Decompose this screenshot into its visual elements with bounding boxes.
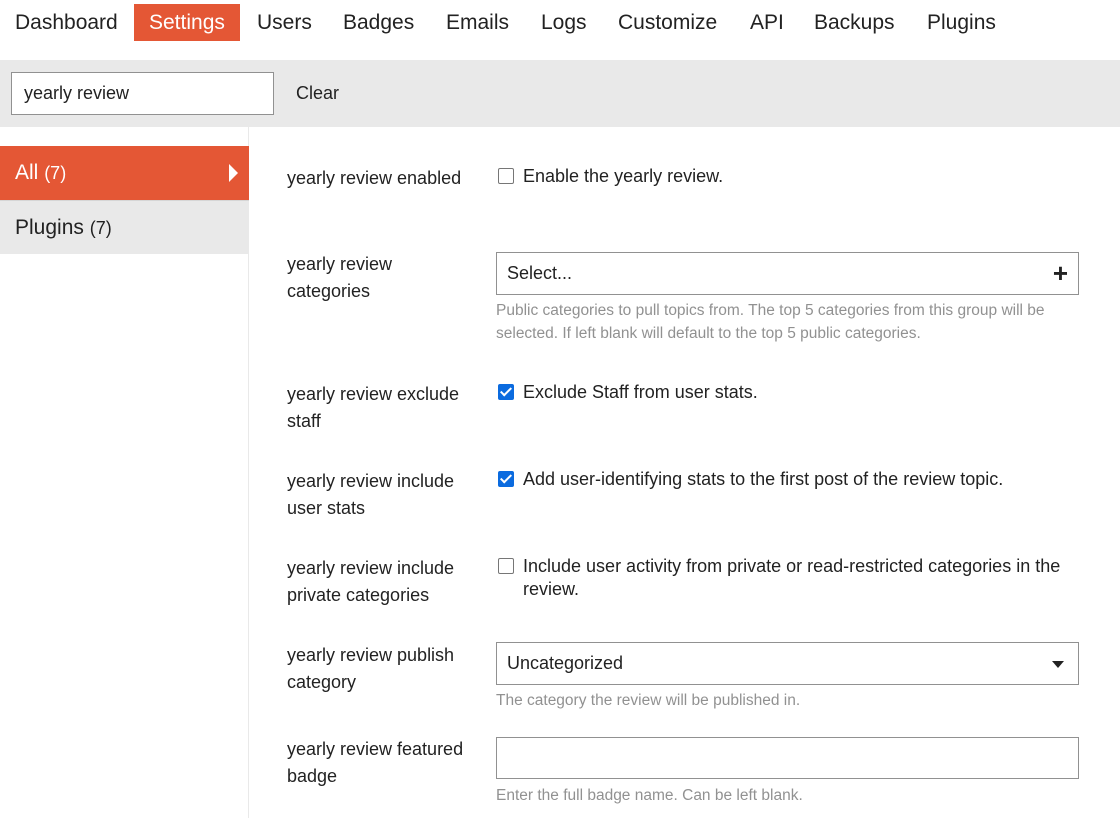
publish-category-description: The category the review will be publishe… <box>496 689 1086 712</box>
checkbox-label: Add user-identifying stats to the first … <box>523 469 1003 489</box>
checkbox-label: Include user activity from private or re… <box>523 556 1060 599</box>
enabled-checkbox[interactable] <box>498 168 514 184</box>
categories-selector[interactable]: Select... + <box>496 252 1079 295</box>
setting-label-exclude-staff: yearly review exclude staff <box>287 381 477 435</box>
tab-plugins[interactable]: Plugins <box>912 4 1011 41</box>
tab-backups[interactable]: Backups <box>799 4 910 41</box>
selector-placeholder: Select... <box>507 263 572 283</box>
sidebar-item-plugins[interactable]: Plugins (7) <box>0 200 249 254</box>
include-private-checkbox[interactable] <box>498 558 514 574</box>
sidebar-item-all[interactable]: All (7) <box>0 146 249 200</box>
checkbox-label: Enable the yearly review. <box>523 166 723 186</box>
tab-emails[interactable]: Emails <box>431 4 524 41</box>
featured-badge-input[interactable] <box>496 737 1079 779</box>
clear-filter-button[interactable]: Clear <box>284 72 351 115</box>
tab-logs[interactable]: Logs <box>526 4 602 41</box>
settings-category-sidebar: All (7) Plugins (7) <box>0 127 249 818</box>
featured-badge-description: Enter the full badge name. Can be left b… <box>496 784 1086 807</box>
setting-exclude-staff-row: Exclude Staff from user stats. <box>498 381 1078 404</box>
settings-filter-input[interactable] <box>11 72 274 115</box>
settings-filter-bar: Clear <box>0 60 1120 127</box>
sidebar-item-count: (7) <box>90 218 112 238</box>
setting-enabled-row: Enable the yearly review. <box>498 165 1078 188</box>
checkbox-label: Exclude Staff from user stats. <box>523 382 758 402</box>
sidebar-item-label: Plugins <box>15 216 84 239</box>
tab-users[interactable]: Users <box>242 4 327 41</box>
caret-right-icon <box>229 164 238 182</box>
tab-dashboard[interactable]: Dashboard <box>0 4 133 41</box>
setting-label-categories: yearly review categories <box>287 251 477 305</box>
include-user-stats-checkbox[interactable] <box>498 471 514 487</box>
sidebar-item-count: (7) <box>44 163 66 183</box>
caret-down-icon <box>1052 661 1064 668</box>
tab-customize[interactable]: Customize <box>603 4 732 41</box>
dropdown-value: Uncategorized <box>507 653 623 673</box>
setting-include-private-row: Include user activity from private or re… <box>498 555 1068 601</box>
publish-category-dropdown[interactable]: Uncategorized <box>496 642 1079 685</box>
setting-label-include-user-stats: yearly review include user stats <box>287 468 477 522</box>
admin-nav: Dashboard Settings Users Badges Emails L… <box>0 0 1120 60</box>
setting-label-include-private: yearly review include private categories <box>287 555 477 609</box>
exclude-staff-checkbox[interactable] <box>498 384 514 400</box>
sidebar-item-label: All <box>15 161 38 184</box>
setting-label-enabled: yearly review enabled <box>287 165 477 192</box>
setting-include-user-stats-row: Add user-identifying stats to the first … <box>498 468 1078 491</box>
categories-description: Public categories to pull topics from. T… <box>496 299 1079 345</box>
setting-label-featured-badge: yearly review featured badge <box>287 736 477 790</box>
tab-api[interactable]: API <box>735 4 799 41</box>
plus-icon[interactable]: + <box>1053 253 1068 293</box>
tab-badges[interactable]: Badges <box>328 4 429 41</box>
setting-label-publish-category: yearly review publish category <box>287 642 477 696</box>
tab-settings[interactable]: Settings <box>134 4 240 41</box>
